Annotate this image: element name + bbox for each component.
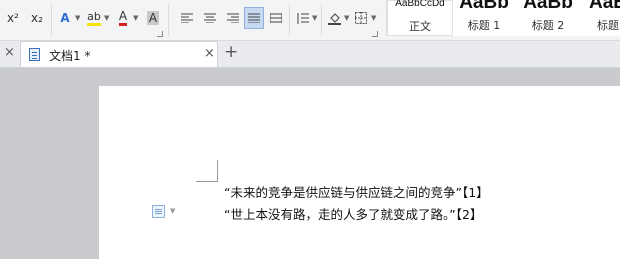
close-icon[interactable]: × <box>204 46 215 61</box>
chevron-down-icon[interactable]: ▼ <box>104 14 109 22</box>
text-effect-button[interactable]: A <box>55 7 75 29</box>
paragraph-layout-icon[interactable] <box>152 205 165 218</box>
char-shading-icon: A <box>146 11 160 25</box>
document-line[interactable]: “未来的竞争是供应链与供应链之间的竞争”【1】 <box>224 182 489 201</box>
margin-marker <box>196 160 218 182</box>
tab-title: 文档1 * <box>49 49 91 63</box>
chevron-down-icon[interactable]: ▼ <box>312 14 317 22</box>
chevron-down-icon[interactable]: ▼ <box>170 207 175 215</box>
chevron-down-icon[interactable]: ▼ <box>133 14 138 22</box>
font-dialog-launcher[interactable] <box>157 31 163 37</box>
document-page[interactable] <box>99 86 620 259</box>
font-color-button[interactable]: A <box>113 7 133 29</box>
highlight-icon: ab <box>87 10 101 26</box>
char-shading-button[interactable]: A <box>145 7 161 29</box>
justify-icon[interactable] <box>244 7 264 29</box>
superscript-label: x² <box>7 11 19 25</box>
style-sample: AaBb <box>523 0 573 13</box>
toolbar-divider <box>51 4 52 36</box>
tab-document[interactable]: 文档1 * × <box>20 41 218 67</box>
toolbar-divider <box>321 4 322 36</box>
style-name: 正文 <box>409 20 431 33</box>
chevron-down-icon[interactable]: ▼ <box>75 14 80 22</box>
style-name: 标题 1 <box>467 19 501 32</box>
style-sample: AaB <box>588 0 620 13</box>
document-line[interactable]: “世上本没有路，走的人多了就变成了路。”【2】 <box>224 204 482 223</box>
style-gallery: AaBbCcDd 正文 AaBb 标题 1 AaBb 标题 2 AaB 标题 <box>386 0 620 36</box>
document-tab-bar: × 文档1 * × + <box>0 41 620 68</box>
text-effect-icon: A <box>60 11 70 25</box>
document-icon <box>29 48 40 61</box>
new-tab-icon[interactable]: + <box>224 42 238 62</box>
border-icon[interactable] <box>353 7 369 29</box>
toolbar-divider <box>168 4 169 36</box>
style-heading-2[interactable]: AaBb 标题 2 <box>517 0 579 36</box>
style-normal[interactable]: AaBbCcDd 正文 <box>387 0 453 36</box>
paragraph-dialog-launcher[interactable] <box>372 31 378 37</box>
ribbon-toolbar: x² x₂ A ▼ ab ▼ A ▼ A ▼ ▼ ▼ AaBbCcDd 正文 A… <box>0 0 620 41</box>
style-sample: AaBbCcDd <box>395 0 445 9</box>
font-color-icon: A <box>118 10 128 26</box>
toolbar-divider <box>289 4 290 36</box>
style-title[interactable]: AaB 标题 <box>583 0 620 36</box>
align-center-icon[interactable] <box>201 7 219 29</box>
style-name: 标题 <box>597 19 619 32</box>
close-all-icon[interactable]: × <box>4 45 15 60</box>
superscript-button[interactable]: x² <box>2 7 24 29</box>
subscript-button[interactable]: x₂ <box>26 7 48 29</box>
paint-bucket-icon[interactable] <box>325 7 343 29</box>
distribute-icon[interactable] <box>267 7 285 29</box>
style-sample: AaBb <box>459 0 509 13</box>
style-name: 标题 2 <box>531 19 565 32</box>
subscript-label: x₂ <box>31 11 43 25</box>
highlight-button[interactable]: ab <box>84 7 104 29</box>
chevron-down-icon[interactable]: ▼ <box>371 14 376 22</box>
align-right-icon[interactable] <box>224 7 242 29</box>
chevron-down-icon[interactable]: ▼ <box>344 14 349 22</box>
align-left-icon[interactable] <box>178 7 196 29</box>
line-spacing-icon[interactable] <box>293 7 311 29</box>
style-heading-1[interactable]: AaBb 标题 1 <box>455 0 513 36</box>
